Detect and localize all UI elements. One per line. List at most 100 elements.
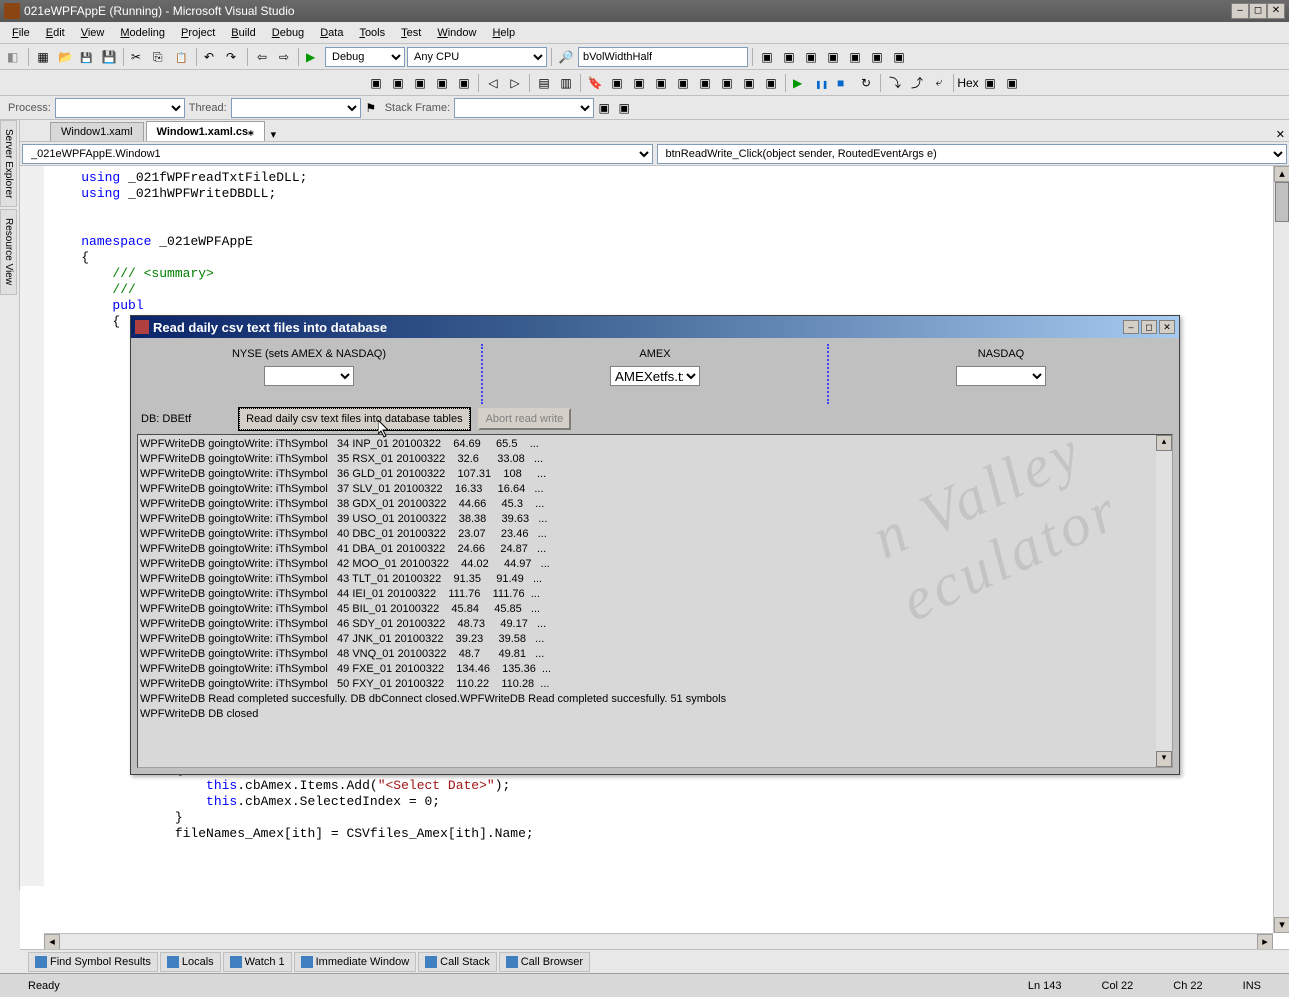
- tb2-c[interactable]: ▣: [410, 73, 430, 93]
- new-project-button[interactable]: [4, 47, 24, 67]
- open-button[interactable]: [55, 47, 75, 67]
- tb-btn-g[interactable]: ▣: [889, 47, 909, 67]
- tb2-g[interactable]: ▣: [629, 73, 649, 93]
- member-select[interactable]: btnReadWrite_Click(object sender, Routed…: [657, 144, 1288, 164]
- menu-debug[interactable]: Debug: [264, 24, 312, 42]
- menu-test[interactable]: Test: [393, 24, 429, 42]
- cut-button[interactable]: [128, 47, 148, 67]
- code-line[interactable]: {: [50, 250, 1289, 266]
- code-line[interactable]: this.cbAmex.Items.Add("<Select Date>");: [50, 778, 1289, 794]
- indent-more-button[interactable]: ▷: [505, 73, 525, 93]
- scroll-up-icon[interactable]: ▴: [1274, 166, 1289, 182]
- doc-tab[interactable]: Window1.xaml.cs⁎: [146, 121, 265, 141]
- redo-button[interactable]: [223, 47, 243, 67]
- tb2-b[interactable]: ▣: [388, 73, 408, 93]
- tb-btn-a[interactable]: ▣: [757, 47, 777, 67]
- platform-select[interactable]: Any CPU: [407, 47, 547, 67]
- indent-less-button[interactable]: ◁: [483, 73, 503, 93]
- tb2-a[interactable]: ▣: [366, 73, 386, 93]
- minimize-button[interactable]: –: [1231, 3, 1249, 19]
- bookmark-button[interactable]: 🔖: [585, 73, 605, 93]
- sidebar-tab-server-explorer[interactable]: Server Explorer: [0, 120, 17, 207]
- dialog-close-button[interactable]: ✕: [1159, 320, 1175, 334]
- scroll-right-icon[interactable]: ▸: [1257, 934, 1273, 950]
- code-line[interactable]: [50, 218, 1289, 234]
- undo-button[interactable]: [201, 47, 221, 67]
- menu-modeling[interactable]: Modeling: [112, 24, 173, 42]
- tabs-close-icon[interactable]: ✕: [1272, 128, 1289, 141]
- code-line[interactable]: publ: [50, 298, 1289, 314]
- bottom-tab-immediate-window[interactable]: Immediate Window: [294, 952, 417, 972]
- save-all-button[interactable]: 💾: [99, 47, 119, 67]
- restart-button[interactable]: ↻: [856, 73, 876, 93]
- code-line[interactable]: using _021fWPFreadTxtFileDLL;: [50, 170, 1289, 186]
- nav-back-button[interactable]: ⇦: [252, 47, 272, 67]
- menu-build[interactable]: Build: [223, 24, 263, 42]
- bottom-tab-call-browser[interactable]: Call Browser: [499, 952, 590, 972]
- sidebar-tab-resource-view[interactable]: Resource View: [0, 209, 17, 294]
- menu-project[interactable]: Project: [173, 24, 223, 42]
- tb2-o[interactable]: ▣: [1002, 73, 1022, 93]
- close-button[interactable]: ✕: [1267, 3, 1285, 19]
- step-out-button[interactable]: ⤶: [929, 73, 949, 93]
- code-line[interactable]: ///: [50, 282, 1289, 298]
- hex-button[interactable]: Hex: [958, 73, 978, 93]
- stop-button[interactable]: [834, 73, 854, 93]
- stack-select[interactable]: [454, 98, 594, 118]
- tb2-h[interactable]: ▣: [651, 73, 671, 93]
- vertical-scrollbar[interactable]: ▴ ▾: [1273, 166, 1289, 933]
- tb2-l[interactable]: ▣: [739, 73, 759, 93]
- code-line[interactable]: /// <summary>: [50, 266, 1289, 282]
- bottom-tab-find-symbol-results[interactable]: Find Symbol Results: [28, 952, 158, 972]
- scroll-down-icon[interactable]: ▾: [1274, 917, 1289, 933]
- uncomment-button[interactable]: ▥: [556, 73, 576, 93]
- code-line[interactable]: namespace _021eWPFAppE: [50, 234, 1289, 250]
- exchange-select[interactable]: [956, 366, 1046, 386]
- code-line[interactable]: [50, 202, 1289, 218]
- class-select[interactable]: _021eWPFAppE.Window1: [22, 144, 653, 164]
- paste-button[interactable]: [172, 47, 192, 67]
- tb-btn-b[interactable]: ▣: [779, 47, 799, 67]
- find-input[interactable]: [578, 47, 748, 67]
- tb2-e[interactable]: ▣: [454, 73, 474, 93]
- tabs-dropdown-icon[interactable]: ▾: [267, 128, 281, 141]
- bottom-tab-watch-1[interactable]: Watch 1: [223, 952, 292, 972]
- tb2-f[interactable]: ▣: [607, 73, 627, 93]
- continue-button[interactable]: [790, 73, 810, 93]
- tb2-i[interactable]: ▣: [673, 73, 693, 93]
- scroll-thumb[interactable]: [1275, 182, 1289, 222]
- tb-btn-f[interactable]: ▣: [867, 47, 887, 67]
- menu-data[interactable]: Data: [312, 24, 351, 42]
- code-line[interactable]: using _021hWPFWriteDBDLL;: [50, 186, 1289, 202]
- output-panel[interactable]: n Valleyeculator WPFWriteDB goingtoWrite…: [137, 434, 1173, 768]
- step-over-button[interactable]: ⤴: [907, 73, 927, 93]
- menu-help[interactable]: Help: [484, 24, 523, 42]
- add-item-button[interactable]: ▦: [33, 47, 53, 67]
- tb2-j[interactable]: ▣: [695, 73, 715, 93]
- code-line[interactable]: this.cbAmex.SelectedIndex = 0;: [50, 794, 1289, 810]
- doc-tab[interactable]: Window1.xaml: [50, 122, 144, 141]
- menu-view[interactable]: View: [73, 24, 113, 42]
- comment-button[interactable]: ▤: [534, 73, 554, 93]
- save-button[interactable]: [77, 47, 97, 67]
- nav-fwd-button[interactable]: ⇨: [274, 47, 294, 67]
- tb2-k[interactable]: ▣: [717, 73, 737, 93]
- code-line[interactable]: }: [50, 810, 1289, 826]
- tb2-d[interactable]: ▣: [432, 73, 452, 93]
- bottom-tab-locals[interactable]: Locals: [160, 952, 221, 972]
- copy-button[interactable]: [150, 47, 170, 67]
- process-select[interactable]: [55, 98, 185, 118]
- pause-button[interactable]: [812, 73, 832, 93]
- find-icon[interactable]: 🔎: [556, 47, 576, 67]
- menu-edit[interactable]: Edit: [38, 24, 73, 42]
- menu-tools[interactable]: Tools: [351, 24, 393, 42]
- output-scrollbar[interactable]: ▴ ▾: [1156, 435, 1172, 767]
- dialog-maximize-button[interactable]: ◻: [1141, 320, 1157, 334]
- abort-button[interactable]: Abort read write: [478, 408, 572, 430]
- dialog-titlebar[interactable]: Read daily csv text files into database …: [131, 316, 1179, 338]
- tb-btn-c[interactable]: ▣: [801, 47, 821, 67]
- tb3-b[interactable]: ▣: [614, 98, 634, 118]
- dialog-minimize-button[interactable]: –: [1123, 320, 1139, 334]
- exchange-select[interactable]: [264, 366, 354, 386]
- config-select[interactable]: Debug: [325, 47, 405, 67]
